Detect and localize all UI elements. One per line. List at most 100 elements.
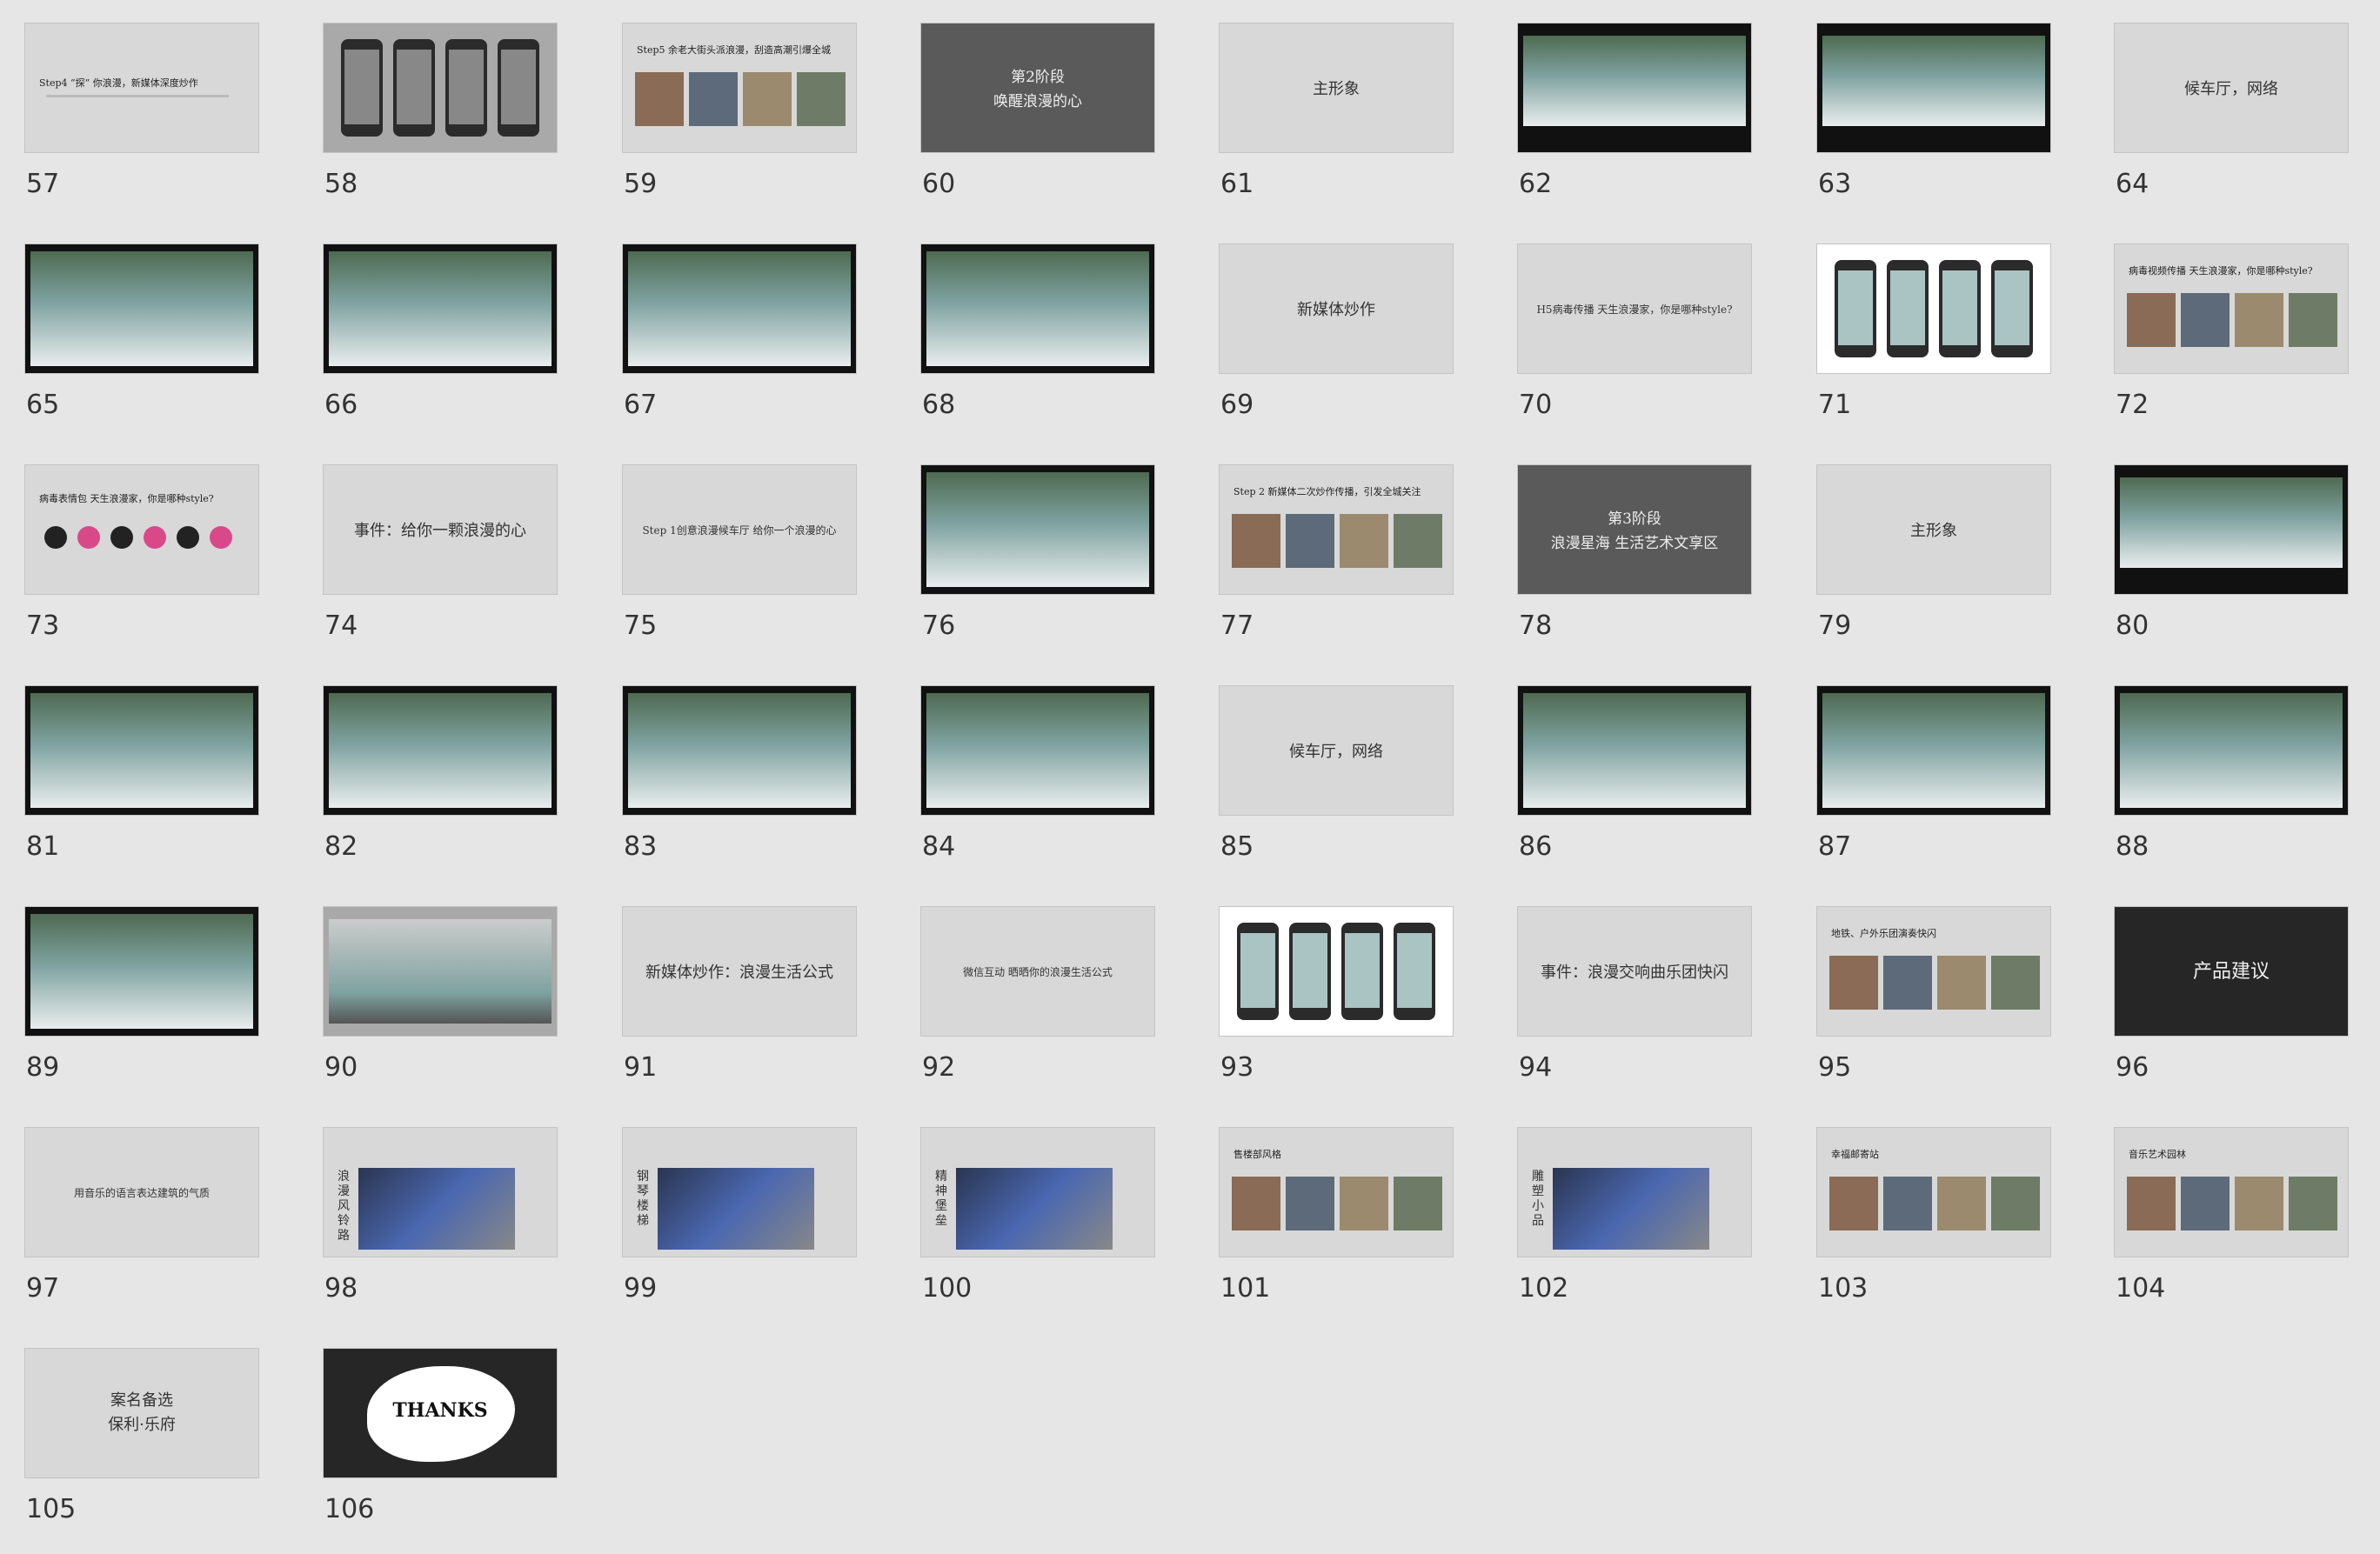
slide-thumbnail[interactable]: 产品建议 96: [2114, 906, 2350, 1083]
slide-thumbnail[interactable]: 精神堡垒 100: [920, 1127, 1157, 1304]
slide-preview[interactable]: 微信互动 晒晒你的浪漫生活公式: [920, 906, 1155, 1037]
slide-thumbnail[interactable]: THANKS 106: [323, 1348, 559, 1524]
slide-preview[interactable]: Step 2 新媒体二次炒作传播，引发全城关注: [1219, 464, 1454, 595]
slide-thumbnail[interactable]: 案名备选 保利·乐府 105: [24, 1348, 261, 1524]
slide-preview[interactable]: [323, 243, 558, 374]
slide-thumbnail[interactable]: 68: [920, 243, 1157, 420]
slide-preview[interactable]: 幸福邮寄站: [1816, 1127, 2051, 1257]
slide-thumbnail[interactable]: 71: [1816, 243, 2053, 420]
slide-thumbnail[interactable]: 66: [323, 243, 559, 420]
slide-thumbnail[interactable]: 病毒视频传播 天生浪漫家，你是哪种style? 72: [2114, 243, 2350, 420]
slide-thumbnail[interactable]: 病毒表情包 天生浪漫家，你是哪种style? 73: [24, 464, 261, 641]
slide-thumbnail[interactable]: 候车厅，网络 85: [1219, 685, 1455, 862]
slide-thumbnail[interactable]: 83: [622, 685, 859, 862]
slide-preview[interactable]: 病毒表情包 天生浪漫家，你是哪种style?: [24, 464, 259, 595]
slide-preview[interactable]: 第2阶段 唤醒浪漫的心: [920, 23, 1155, 153]
slide-preview[interactable]: 主形象: [1816, 464, 2051, 595]
slide-thumbnail[interactable]: 钢琴楼梯 99: [622, 1127, 859, 1304]
slide-thumbnail[interactable]: 事件：浪漫交响曲乐团快闪 94: [1517, 906, 1754, 1083]
slide-preview[interactable]: [1816, 685, 2051, 816]
slide-thumbnail[interactable]: 主形象 79: [1816, 464, 2053, 641]
slide-thumbnail[interactable]: 76: [920, 464, 1157, 641]
slide-preview[interactable]: 第3阶段 浪漫星海 生活艺术文享区: [1517, 464, 1752, 595]
slide-thumbnail[interactable]: 93: [1219, 906, 1455, 1083]
slide-preview[interactable]: 候车厅，网络: [1219, 685, 1454, 816]
slide-thumbnail[interactable]: 86: [1517, 685, 1754, 862]
slide-thumbnail[interactable]: Step 1创意浪漫候车厅 给你一个浪漫的心 75: [622, 464, 859, 641]
slide-thumbnail[interactable]: 82: [323, 685, 559, 862]
slide-preview[interactable]: 主形象: [1219, 23, 1454, 153]
slide-thumbnail[interactable]: 87: [1816, 685, 2053, 862]
slide-preview[interactable]: 音乐艺术园林: [2114, 1127, 2349, 1257]
slide-preview[interactable]: 浪漫风铃路: [323, 1127, 558, 1257]
slide-preview[interactable]: 用音乐的语言表达建筑的气质: [24, 1127, 259, 1257]
slide-thumbnail[interactable]: 新媒体炒作：浪漫生活公式 91: [622, 906, 859, 1083]
slide-thumbnail[interactable]: 雕塑小品 102: [1517, 1127, 1754, 1304]
slide-thumbnail[interactable]: 80: [2114, 464, 2350, 641]
slide-thumbnail[interactable]: 65: [24, 243, 261, 420]
slide-thumbnail[interactable]: 事件：给你一颗浪漫的心 74: [323, 464, 559, 641]
slide-preview[interactable]: [24, 243, 259, 374]
slide-preview[interactable]: 精神堡垒: [920, 1127, 1155, 1257]
slide-preview[interactable]: [323, 23, 558, 153]
slide-thumbnail[interactable]: 幸福邮寄站 103: [1816, 1127, 2053, 1304]
slide-preview[interactable]: 案名备选 保利·乐府: [24, 1348, 259, 1478]
slide-preview[interactable]: [920, 685, 1155, 816]
slide-thumbnail[interactable]: 58: [323, 23, 559, 199]
slide-preview[interactable]: 产品建议: [2114, 906, 2349, 1037]
slide-thumbnail[interactable]: 62: [1517, 23, 1754, 199]
slide-preview[interactable]: [323, 906, 558, 1037]
slide-preview[interactable]: [1219, 906, 1454, 1037]
slide-thumbnail[interactable]: 第3阶段 浪漫星海 生活艺术文享区 78: [1517, 464, 1754, 641]
slide-preview[interactable]: 钢琴楼梯: [622, 1127, 857, 1257]
slide-preview[interactable]: [1816, 243, 2051, 374]
slide-preview[interactable]: [2114, 685, 2349, 816]
slide-thumbnail[interactable]: 地铁、户外乐团演奏快闪 95: [1816, 906, 2053, 1083]
slide-thumbnail[interactable]: 81: [24, 685, 261, 862]
slide-thumbnail[interactable]: Step5 余老大街头派浪漫，刮造高潮引爆全城 59: [622, 23, 859, 199]
slide-preview[interactable]: [622, 685, 857, 816]
slide-preview[interactable]: THANKS: [323, 1348, 558, 1478]
slide-preview[interactable]: [24, 685, 259, 816]
slide-thumbnail[interactable]: 88: [2114, 685, 2350, 862]
slide-thumbnail[interactable]: 音乐艺术园林 104: [2114, 1127, 2350, 1304]
slide-preview[interactable]: Step5 余老大街头派浪漫，刮造高潮引爆全城: [622, 23, 857, 153]
slide-preview[interactable]: 地铁、户外乐团演奏快闪: [1816, 906, 2051, 1037]
slide-preview[interactable]: [920, 243, 1155, 374]
slide-preview[interactable]: 雕塑小品: [1517, 1127, 1752, 1257]
slide-thumbnail[interactable]: 90: [323, 906, 559, 1083]
slide-thumbnail[interactable]: Step 2 新媒体二次炒作传播，引发全城关注 77: [1219, 464, 1455, 641]
slide-preview[interactable]: [1816, 23, 2051, 153]
slide-preview[interactable]: [1517, 685, 1752, 816]
slide-thumbnail[interactable]: 84: [920, 685, 1157, 862]
slide-thumbnail[interactable]: 89: [24, 906, 261, 1083]
slide-preview[interactable]: [2114, 464, 2349, 595]
slide-thumbnail[interactable]: 新媒体炒作 69: [1219, 243, 1455, 420]
slide-preview[interactable]: 新媒体炒作: [1219, 243, 1454, 374]
slide-preview[interactable]: [622, 243, 857, 374]
slide-thumbnail[interactable]: H5病毒传播 天生浪漫家，你是哪种style? 70: [1517, 243, 1754, 420]
slide-thumbnail[interactable]: 主形象 61: [1219, 23, 1455, 199]
slide-preview[interactable]: [323, 685, 558, 816]
slide-thumbnail[interactable]: 67: [622, 243, 859, 420]
slide-thumbnail[interactable]: 微信互动 晒晒你的浪漫生活公式 92: [920, 906, 1157, 1083]
slide-preview[interactable]: 事件：浪漫交响曲乐团快闪: [1517, 906, 1752, 1037]
slide-preview[interactable]: 新媒体炒作：浪漫生活公式: [622, 906, 857, 1037]
slide-preview[interactable]: 事件：给你一颗浪漫的心: [323, 464, 558, 595]
slide-preview[interactable]: H5病毒传播 天生浪漫家，你是哪种style?: [1517, 243, 1752, 374]
slide-thumbnail[interactable]: 第2阶段 唤醒浪漫的心 60: [920, 23, 1157, 199]
slide-preview[interactable]: Step4 “探” 你浪漫，新媒体深度炒作: [24, 23, 259, 153]
slide-preview[interactable]: 售楼部风格: [1219, 1127, 1454, 1257]
slide-preview[interactable]: [920, 464, 1155, 595]
slide-preview[interactable]: [1517, 23, 1752, 153]
slide-preview[interactable]: Step 1创意浪漫候车厅 给你一个浪漫的心: [622, 464, 857, 595]
slide-thumbnail[interactable]: 候车厅，网络 64: [2114, 23, 2350, 199]
slide-thumbnail[interactable]: Step4 “探” 你浪漫，新媒体深度炒作 57: [24, 23, 261, 199]
slide-preview[interactable]: [24, 906, 259, 1037]
slide-preview[interactable]: 候车厅，网络: [2114, 23, 2349, 153]
slide-thumbnail[interactable]: 售楼部风格 101: [1219, 1127, 1455, 1304]
slide-thumbnail[interactable]: 63: [1816, 23, 2053, 199]
slide-preview[interactable]: 病毒视频传播 天生浪漫家，你是哪种style?: [2114, 243, 2349, 374]
slide-thumbnail[interactable]: 用音乐的语言表达建筑的气质 97: [24, 1127, 261, 1304]
slide-thumbnail[interactable]: 浪漫风铃路 98: [323, 1127, 559, 1304]
